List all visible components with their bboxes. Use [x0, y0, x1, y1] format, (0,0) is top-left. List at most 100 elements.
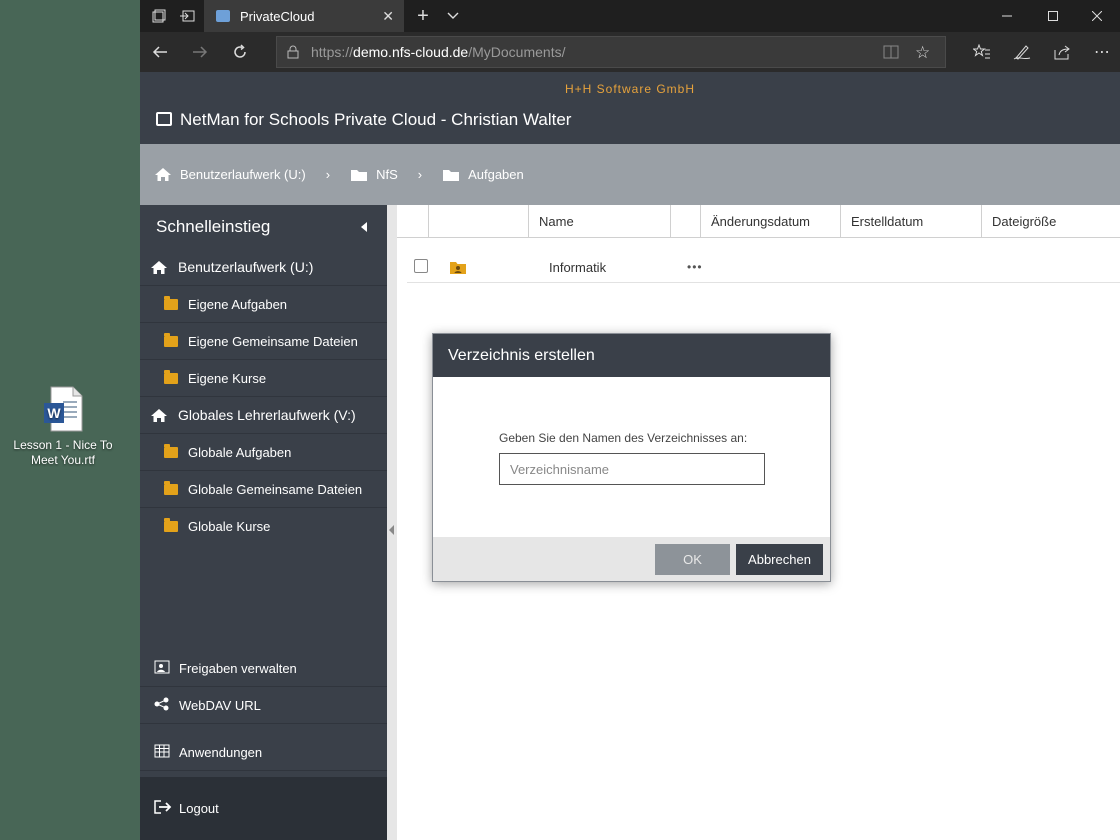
dialog-footer: OK Abbrechen	[433, 537, 830, 581]
folder-icon	[164, 443, 178, 458]
sidebar-link-label: Freigaben verwalten	[179, 660, 297, 676]
cancel-button[interactable]: Abbrechen	[736, 544, 823, 575]
sidebar-item-eigene-aufgaben[interactable]: Eigene Aufgaben	[140, 286, 387, 323]
desktop-file-icon[interactable]: W Lesson 1 - Nice To Meet You.rtf	[8, 386, 118, 468]
sidebar-drive-label: Benutzerlaufwerk (U:)	[178, 259, 314, 275]
sidebar-item-label: Globale Aufgaben	[188, 444, 292, 460]
sidebar-item-eigene-kurse[interactable]: Eigene Kurse	[140, 360, 387, 397]
column-header-size[interactable]: Dateigröße	[981, 205, 1120, 238]
sidebar-item-label: Globale Kurse	[188, 519, 271, 534]
cloud-drive-logo-icon	[156, 112, 172, 126]
row-menu-icon[interactable]: •••	[687, 260, 703, 274]
column-label: Erstelldatum	[851, 214, 924, 229]
sidebar-heading: Schnelleinstieg	[140, 205, 387, 249]
share-user-icon	[154, 660, 170, 677]
set-tabs-aside-icon[interactable]	[174, 0, 200, 32]
word-document-icon: W	[43, 386, 83, 432]
favorite-star-icon[interactable]: ☆	[915, 43, 930, 63]
column-label: Dateigröße	[992, 214, 1057, 229]
url-field[interactable]: https://demo.nfs-cloud.de/MyDocuments/ ☆	[276, 36, 946, 68]
desktop-file-label: Lesson 1 - Nice To Meet You.rtf	[13, 438, 113, 467]
lock-icon	[287, 45, 299, 62]
file-list: Name Änderungsdatum Erstelldatum Dateigr…	[397, 205, 1120, 840]
column-header-name[interactable]: Name	[528, 205, 670, 238]
sidebar-drive-user[interactable]: Benutzerlaufwerk (U:)	[140, 249, 387, 286]
column-label: Name	[539, 214, 574, 229]
folder-icon	[164, 518, 178, 532]
create-directory-dialog: Verzeichnis erstellen Geben Sie den Name…	[432, 333, 831, 582]
refresh-icon[interactable]	[220, 32, 260, 72]
tab-actions-icon[interactable]	[146, 0, 172, 32]
maximize-icon[interactable]	[1030, 0, 1076, 32]
breadcrumb-label: NfS	[376, 167, 398, 182]
new-tab-icon[interactable]: +	[410, 0, 436, 32]
folder-icon	[164, 332, 178, 347]
folder-icon	[351, 169, 368, 181]
browser-titlebar: PrivateCloud ✕ +	[140, 0, 1120, 32]
sidebar-splitter[interactable]	[387, 205, 397, 840]
folder-icon	[164, 295, 178, 310]
sidebar-item-globale-aufgaben[interactable]: Globale Aufgaben	[140, 434, 387, 471]
tab-list-chevron-icon[interactable]	[440, 0, 466, 32]
tab-favicon-icon	[216, 10, 230, 22]
sidebar-link-anwendungen[interactable]: Anwendungen	[140, 734, 387, 771]
logout-icon	[154, 800, 172, 817]
sidebar-item-globale-gemeinsame-dateien[interactable]: Globale Gemeinsame Dateien	[140, 471, 387, 508]
column-label: Änderungsdatum	[711, 214, 811, 229]
url-host: demo.nfs-cloud.de	[353, 44, 469, 60]
dialog-title: Verzeichnis erstellen	[433, 334, 830, 377]
share-icon[interactable]	[1042, 32, 1082, 72]
sidebar-item-globale-kurse[interactable]: Globale Kurse	[140, 508, 387, 545]
sidebar-link-webdav[interactable]: WebDAV URL	[140, 687, 387, 724]
table-row[interactable]: Informatik •••	[407, 247, 1120, 283]
column-header-actions	[670, 205, 700, 238]
tab-close-icon[interactable]: ✕	[382, 8, 394, 25]
window-close-icon[interactable]	[1074, 0, 1120, 32]
company-name: H+H Software GmbH	[564, 82, 696, 96]
breadcrumb: Benutzerlaufwerk (U:) › NfS › Aufgaben	[140, 144, 1120, 205]
browser-tab-active[interactable]: PrivateCloud ✕	[204, 0, 404, 32]
tab-title: PrivateCloud	[240, 8, 315, 24]
sidebar-link-label: WebDAV URL	[179, 697, 261, 713]
reading-view-icon[interactable]	[883, 45, 899, 62]
row-checkbox[interactable]	[414, 259, 428, 273]
logout-button[interactable]: Logout	[140, 777, 387, 840]
collapse-sidebar-icon[interactable]	[361, 222, 367, 232]
column-header-icon	[428, 205, 528, 238]
breadcrumb-item-nfs[interactable]: NfS	[350, 167, 398, 182]
sidebar-item-label: Eigene Kurse	[188, 370, 267, 386]
column-header-created[interactable]: Erstelldatum	[840, 205, 981, 238]
sidebar-drive-label: Globales Lehrerlaufwerk (V:)	[178, 407, 356, 423]
favorites-hub-icon[interactable]	[962, 32, 1002, 72]
breadcrumb-item-home[interactable]: Benutzerlaufwerk (U:)	[154, 167, 306, 182]
svg-text:W: W	[47, 405, 61, 421]
folder-icon	[164, 480, 178, 495]
back-icon[interactable]	[140, 32, 180, 72]
shared-folder-icon	[450, 261, 466, 277]
column-header-modified[interactable]: Änderungsdatum	[700, 205, 840, 238]
url-prefix: https://	[311, 44, 354, 60]
app-header: H+H Software GmbH NetMan for Schools Pri…	[140, 72, 1120, 144]
minimize-icon[interactable]	[984, 0, 1030, 32]
sidebar-item-label: Globale Gemeinsame Dateien	[188, 481, 363, 497]
row-name[interactable]: Informatik	[549, 260, 606, 275]
splitter-arrow-icon	[389, 525, 394, 535]
sidebar-drive-teacher[interactable]: Globales Lehrerlaufwerk (V:)	[140, 397, 387, 434]
address-bar-row: https://demo.nfs-cloud.de/MyDocuments/ ☆…	[140, 32, 1120, 72]
web-note-pen-icon[interactable]	[1002, 32, 1042, 72]
browser-window: PrivateCloud ✕ + https:// demo.nfs-cloud…	[140, 0, 1120, 840]
sidebar-heading-label: Schnelleinstieg	[156, 217, 271, 236]
grid-icon	[154, 744, 170, 761]
directory-name-input[interactable]	[499, 453, 765, 485]
breadcrumb-label: Aufgaben	[468, 167, 524, 182]
ok-button[interactable]: OK	[655, 544, 730, 575]
forward-icon[interactable]	[180, 32, 220, 72]
breadcrumb-separator-icon: ›	[417, 167, 423, 182]
logout-label: Logout	[179, 801, 219, 816]
breadcrumb-separator-icon: ›	[325, 167, 331, 182]
sidebar-item-eigene-gemeinsame-dateien[interactable]: Eigene Gemeinsame Dateien	[140, 323, 387, 360]
more-options-icon[interactable]: ⋯	[1082, 32, 1120, 72]
sidebar-link-freigaben[interactable]: Freigaben verwalten	[140, 650, 387, 687]
breadcrumb-item-aufgaben[interactable]: Aufgaben	[442, 167, 524, 182]
home-icon	[151, 408, 167, 422]
